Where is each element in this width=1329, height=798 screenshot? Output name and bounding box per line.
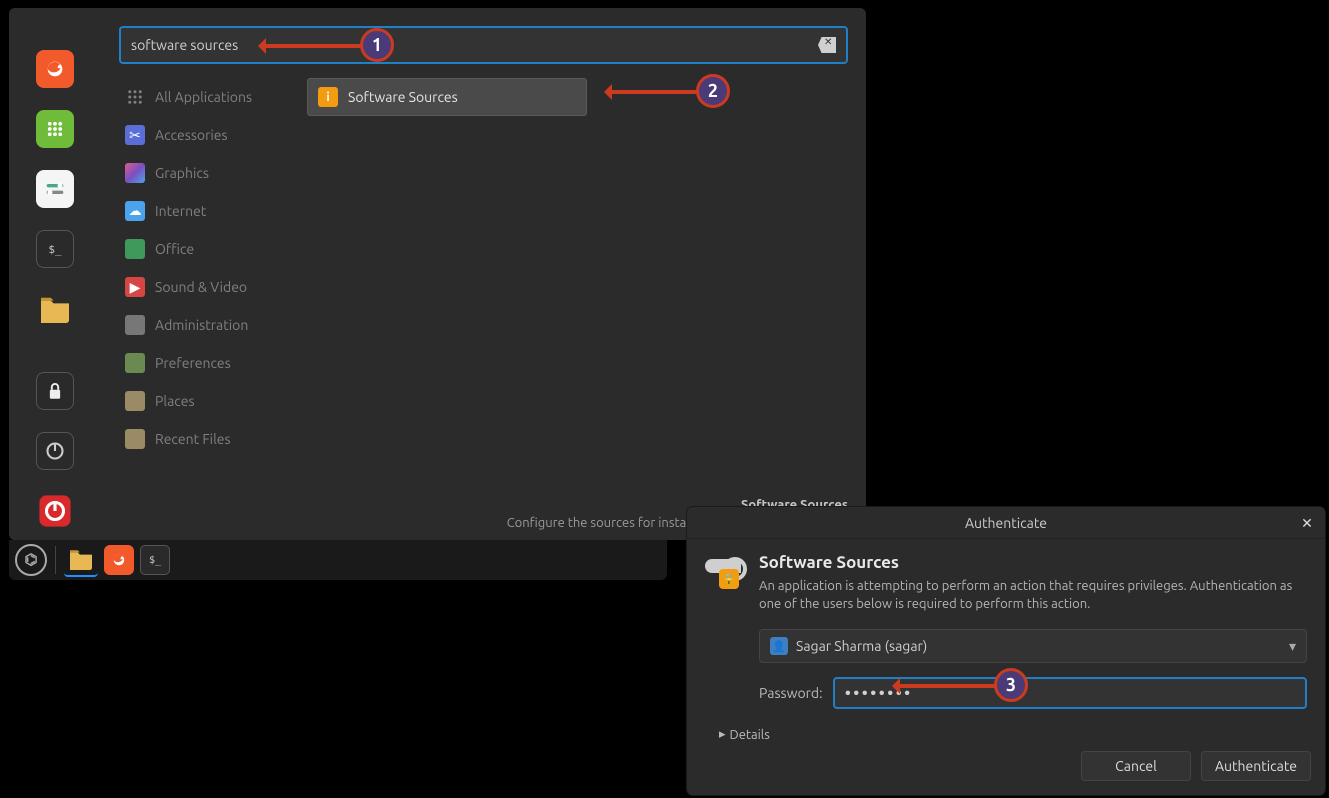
authenticate-dialog: Authenticate ✕ 🔒 Software Sources An app… — [686, 506, 1326, 796]
cancel-button[interactable]: Cancel — [1081, 751, 1191, 781]
lock-icon[interactable] — [36, 372, 74, 410]
category-sound-video[interactable]: ▶ Sound & Video — [119, 268, 299, 306]
chevron-right-icon: ▸ — [719, 727, 726, 742]
user-select[interactable]: 👤 Sagar Sharma (sagar) ▾ — [759, 629, 1307, 663]
category-label: Accessories — [155, 127, 228, 143]
key-icon: 🔒 — [705, 553, 745, 613]
result-software-sources[interactable]: i Software Sources — [307, 78, 587, 116]
details-label: Details — [730, 728, 770, 742]
category-label: Preferences — [155, 355, 231, 371]
chevron-down-icon: ▾ — [1289, 638, 1296, 655]
firefox-icon[interactable] — [36, 50, 74, 88]
logout-icon[interactable] — [36, 432, 74, 470]
category-preferences[interactable]: Preferences — [119, 344, 299, 382]
category-label: Graphics — [155, 165, 209, 181]
search-input-wrapper[interactable] — [119, 26, 848, 64]
close-icon[interactable]: ✕ — [1297, 513, 1317, 533]
authenticate-button[interactable]: Authenticate — [1201, 751, 1311, 781]
power-icon[interactable] — [36, 492, 74, 530]
category-office[interactable]: Office — [119, 230, 299, 268]
category-recent-files[interactable]: Recent Files — [119, 420, 299, 458]
auth-heading: Software Sources — [759, 553, 1307, 572]
play-icon: ▶ — [125, 277, 145, 297]
category-internet[interactable]: ☁ Internet — [119, 192, 299, 230]
cloud-icon: ☁ — [125, 201, 145, 221]
details-toggle[interactable]: ▸ Details — [719, 727, 1307, 742]
password-label: Password: — [759, 685, 823, 701]
terminal-task[interactable]: $_ — [140, 545, 170, 575]
grid-icon — [125, 87, 145, 107]
password-input[interactable] — [833, 677, 1307, 709]
taskbar: ⌬ $_ — [9, 540, 667, 580]
category-label: Recent Files — [155, 431, 231, 447]
category-label: All Applications — [155, 89, 252, 105]
search-input[interactable] — [131, 37, 818, 53]
files-icon[interactable] — [36, 290, 74, 328]
palette-icon — [125, 163, 145, 183]
category-places[interactable]: Places — [119, 382, 299, 420]
folder-icon — [125, 429, 145, 449]
info-icon: i — [318, 87, 338, 107]
dialog-title: Authenticate — [965, 515, 1047, 531]
category-all-applications[interactable]: All Applications — [119, 78, 299, 116]
category-label: Office — [155, 241, 194, 257]
terminal-icon[interactable]: $_ — [36, 230, 74, 268]
folder-icon — [125, 391, 145, 411]
doc-icon — [125, 239, 145, 259]
drawer-icon — [125, 315, 145, 335]
category-graphics[interactable]: Graphics — [119, 154, 299, 192]
category-administration[interactable]: Administration — [119, 306, 299, 344]
results-list: i Software Sources — [299, 78, 848, 540]
auth-description: An application is attempting to perform … — [759, 578, 1307, 613]
user-icon: 👤 — [770, 637, 788, 655]
category-label: Administration — [155, 317, 248, 333]
sliders-icon — [125, 353, 145, 373]
firefox-task[interactable] — [104, 545, 134, 575]
dialog-titlebar[interactable]: Authenticate ✕ — [687, 507, 1325, 539]
start-button[interactable]: ⌬ — [15, 544, 47, 576]
svg-text:⌬: ⌬ — [24, 551, 37, 568]
category-label: Places — [155, 393, 195, 409]
scissors-icon: ✂ — [125, 125, 145, 145]
apps-icon[interactable] — [36, 110, 74, 148]
clear-search-icon[interactable] — [818, 37, 836, 53]
result-label: Software Sources — [348, 89, 458, 105]
category-label: Sound & Video — [155, 279, 247, 295]
category-accessories[interactable]: ✂ Accessories — [119, 116, 299, 154]
files-task[interactable] — [64, 543, 98, 577]
launcher-column: $_ — [9, 8, 101, 540]
settings-icon[interactable] — [36, 170, 74, 208]
separator — [55, 546, 56, 574]
category-label: Internet — [155, 203, 206, 219]
start-menu: $_ All A — [9, 8, 866, 540]
user-name: Sagar Sharma (sagar) — [796, 638, 927, 654]
category-list: All Applications ✂ Accessories Graphics … — [119, 78, 299, 540]
